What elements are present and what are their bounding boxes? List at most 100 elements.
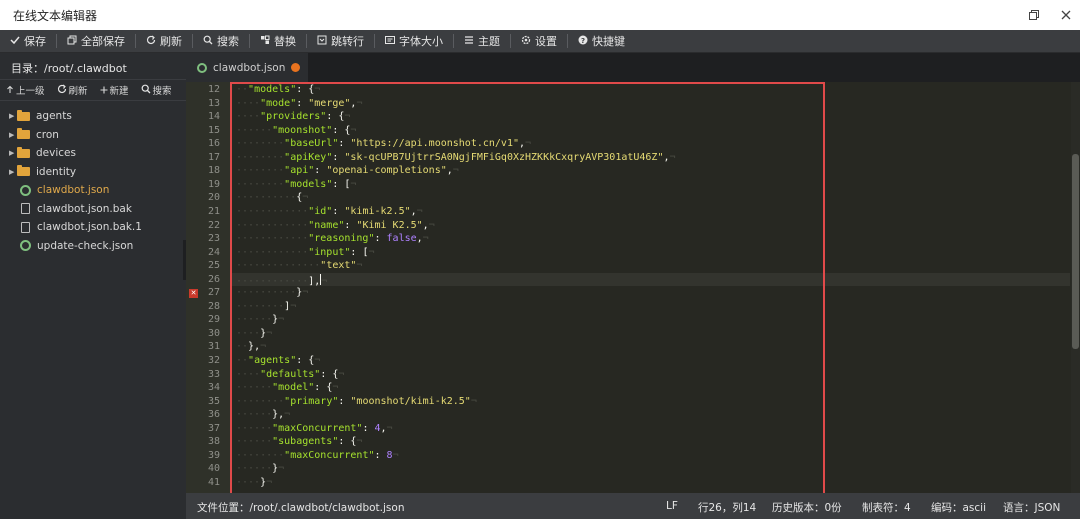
help-icon: ? bbox=[578, 35, 588, 48]
chevron-right-icon[interactable]: ▶ bbox=[0, 168, 14, 176]
tree-file[interactable]: clawdbot.json.bak bbox=[0, 200, 186, 219]
toolbar-button-2[interactable]: 刷新 bbox=[136, 30, 192, 53]
code-token: "reasoning" bbox=[308, 233, 375, 245]
code-line: ····"providers": {¬ bbox=[236, 111, 350, 122]
close-icon[interactable] bbox=[1056, 5, 1076, 25]
line-number: 15 bbox=[207, 124, 220, 136]
code-token: : [ bbox=[332, 178, 351, 190]
code-editor[interactable]: 12 13 14 15 16 17 18 19 20 21 22 23 24 25 26 27 ✕ 28 29 30 3… bbox=[186, 82, 1080, 493]
tree-folder[interactable]: ▶ cron bbox=[0, 126, 186, 145]
line-number: 36 bbox=[207, 409, 220, 421]
arrow-up-icon bbox=[6, 85, 14, 97]
whitespace-marker: ········ bbox=[236, 300, 285, 312]
refresh-icon bbox=[146, 35, 156, 48]
chevron-right-icon[interactable]: ▶ bbox=[0, 112, 14, 120]
eol-marker: ¬ bbox=[368, 246, 375, 258]
eol-marker: ¬ bbox=[314, 355, 321, 366]
code-token: : { bbox=[320, 368, 339, 380]
tree-file[interactable]: clawdbot.json bbox=[0, 181, 186, 200]
chevron-right-icon[interactable]: ▶ bbox=[0, 131, 14, 139]
code-token: "api" bbox=[284, 165, 315, 177]
toolbar-button-3[interactable]: 搜索 bbox=[193, 30, 249, 53]
toolbar-button-0[interactable]: 保存 bbox=[0, 30, 56, 53]
eol-marker: ¬ bbox=[344, 111, 351, 123]
sidebar-actions: 上一级 刷新 新建 搜索 bbox=[0, 79, 186, 101]
directory-path: 目录：/root/.clawdbot bbox=[11, 62, 127, 75]
sidebar-action-0[interactable]: 上一级 bbox=[0, 83, 51, 97]
whitespace-marker: ·· bbox=[236, 84, 249, 95]
toolbar-button-label: 搜索 bbox=[217, 35, 239, 48]
toolbar-button-7[interactable]: 主题 bbox=[454, 30, 510, 53]
toolbar-button-label: 字体大小 bbox=[399, 35, 443, 48]
toolbar-button-5[interactable]: 跳转行 bbox=[307, 30, 374, 53]
encoding[interactable]: 编码：ascii bbox=[931, 500, 986, 515]
json-file-icon bbox=[20, 184, 31, 196]
line-number-gutter: 12 13 14 15 16 17 18 19 20 21 22 23 24 25 26 27 ✕ 28 29 30 3… bbox=[186, 82, 230, 493]
code-line: ········"primary": "moonshot/kimi-k2.5"¬ bbox=[236, 396, 477, 407]
tab-bar: clawdbot.json bbox=[186, 53, 1080, 82]
code-line: ··········{¬ bbox=[236, 192, 308, 203]
whitespace-marker: ······ bbox=[236, 314, 273, 326]
tree-item-label: agents bbox=[36, 110, 72, 123]
eol-marker: ¬ bbox=[260, 341, 267, 353]
whitespace-marker: ···· bbox=[236, 97, 261, 109]
code-token: "text" bbox=[320, 260, 357, 272]
history-versions[interactable]: 历史版本：0份 bbox=[772, 500, 842, 515]
eol-marker: ¬ bbox=[302, 192, 309, 204]
sidebar-action-label: 搜索 bbox=[152, 86, 172, 97]
code-token: "id" bbox=[308, 205, 333, 217]
restore-window-icon[interactable] bbox=[1024, 5, 1044, 25]
whitespace-marker: ······ bbox=[236, 463, 273, 475]
code-token: : { bbox=[296, 355, 315, 366]
sidebar-action-1[interactable]: 刷新 bbox=[51, 83, 94, 97]
eol-marker: ¬ bbox=[452, 165, 459, 177]
code-token: "defaults" bbox=[260, 368, 321, 380]
tab-size[interactable]: 制表符：4 bbox=[862, 500, 911, 515]
whitespace-marker: ········ bbox=[236, 449, 285, 461]
toolbar-button-1[interactable]: 全部保存 bbox=[57, 30, 135, 53]
sidebar-action-2[interactable]: 新建 bbox=[94, 83, 135, 97]
code-line: ····}¬ bbox=[236, 328, 272, 339]
tab-clawdbot-json[interactable]: clawdbot.json bbox=[186, 53, 308, 82]
tree-folder[interactable]: ▶ devices bbox=[0, 144, 186, 163]
svg-text:?: ? bbox=[581, 37, 585, 45]
code-line: ··},¬ bbox=[236, 341, 266, 352]
line-number: 28 bbox=[207, 300, 220, 312]
sidebar-action-3[interactable]: 搜索 bbox=[135, 83, 178, 97]
whitespace-marker: ············ bbox=[236, 275, 309, 287]
tree-file[interactable]: update-check.json bbox=[0, 237, 186, 256]
line-ending[interactable]: LF bbox=[666, 500, 678, 512]
code-line: ····"mode": "merge",¬ bbox=[236, 98, 362, 109]
scrollbar-thumb[interactable] bbox=[1072, 154, 1079, 349]
whitespace-marker: ······ bbox=[236, 436, 273, 448]
error-marker-icon[interactable]: ✕ bbox=[189, 289, 198, 299]
code-line: ············],¬ bbox=[236, 273, 327, 287]
toolbar-button-8[interactable]: 设置 bbox=[511, 30, 567, 53]
tree-item-label: devices bbox=[36, 147, 76, 160]
toolbar-button-4[interactable]: 替换 bbox=[250, 30, 306, 53]
tree-folder[interactable]: ▶ identity bbox=[0, 163, 186, 182]
code-token: : bbox=[332, 151, 345, 163]
toolbar-button-6[interactable]: 字体大小 bbox=[375, 30, 453, 53]
code-token: "merge" bbox=[308, 97, 351, 109]
line-number: 33 bbox=[207, 368, 220, 380]
code-token: "openai-completions" bbox=[326, 165, 447, 177]
line-number: 13 bbox=[207, 97, 220, 109]
code-line: ········"apiKey": "sk-qcUPB7UjtrrSA0NgjF… bbox=[236, 152, 676, 163]
code-token: "agents" bbox=[248, 355, 297, 366]
tree-folder[interactable]: ▶ agents bbox=[0, 107, 186, 126]
code-token: "https://api.moonshot.cn/v1" bbox=[350, 138, 519, 150]
folder-icon bbox=[17, 109, 30, 121]
code-line: ············"name": "Kimi K2.5",¬ bbox=[236, 220, 435, 231]
tree-file[interactable]: clawdbot.json.bak.1 bbox=[0, 218, 186, 237]
code-token: "primary" bbox=[284, 395, 339, 407]
json-file-icon bbox=[197, 62, 207, 73]
whitespace-marker: ······ bbox=[236, 124, 273, 136]
line-number: 19 bbox=[207, 178, 220, 190]
code-line: ··············"text"¬ bbox=[236, 260, 362, 271]
language-mode[interactable]: 语言：JSON bbox=[1003, 500, 1060, 515]
status-bar: 文件位置：/root/.clawdbot/clawdbot.json LF 行2… bbox=[186, 493, 1080, 519]
chevron-right-icon[interactable]: ▶ bbox=[0, 149, 14, 157]
toolbar-button-9[interactable]: ? 快捷键 bbox=[568, 30, 635, 53]
vertical-scrollbar[interactable] bbox=[1071, 82, 1080, 493]
